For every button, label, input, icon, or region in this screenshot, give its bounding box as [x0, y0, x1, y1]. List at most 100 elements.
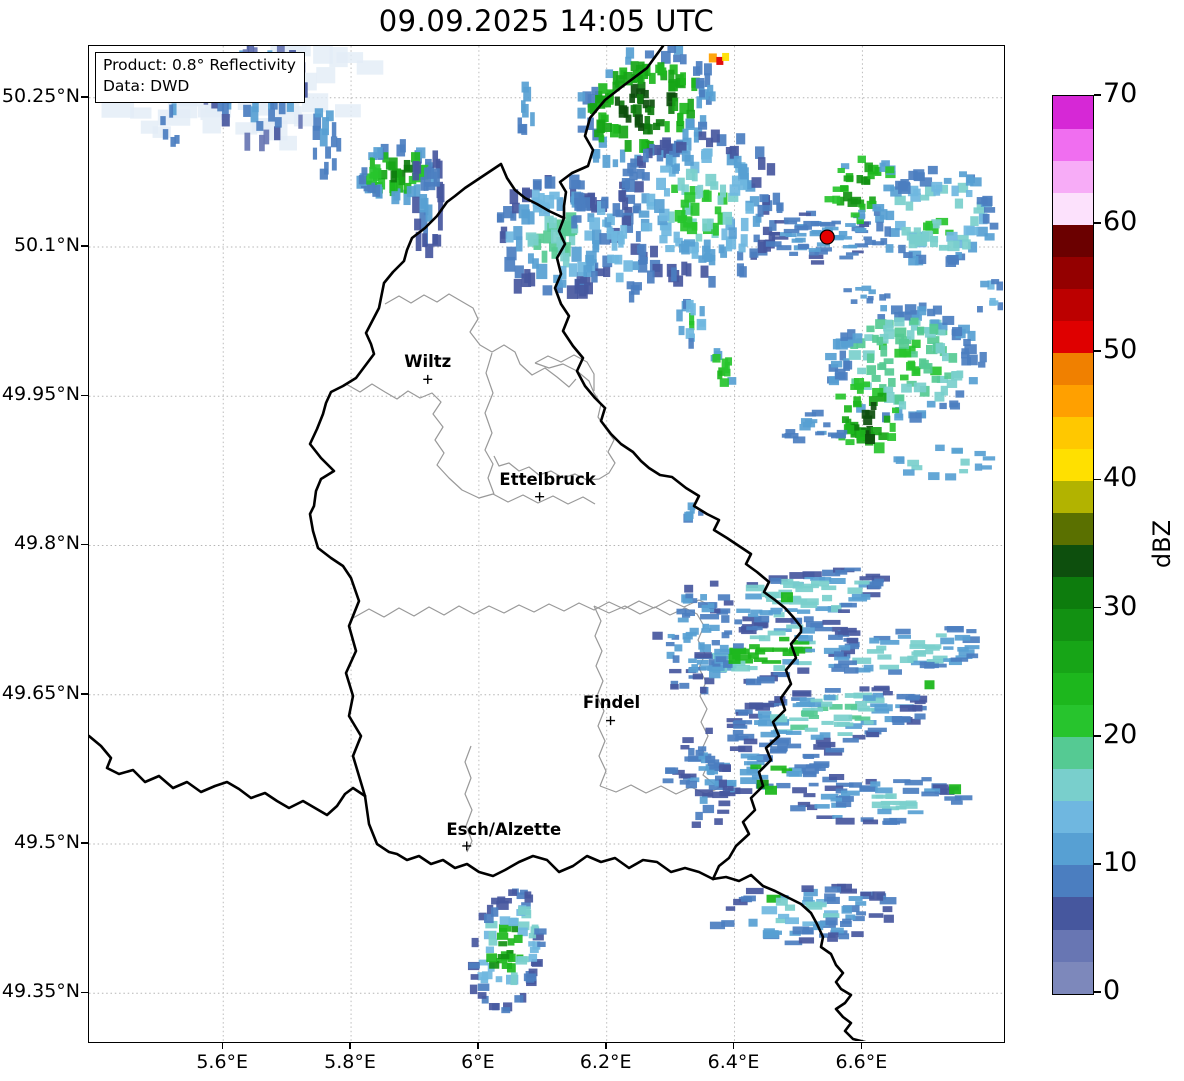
echo-cell	[160, 116, 166, 126]
echo-cell	[660, 67, 667, 77]
echo-cell	[800, 710, 818, 717]
echo-cell	[893, 456, 905, 463]
echo-cell	[805, 901, 823, 910]
echo-cell	[719, 644, 729, 653]
echo-cell	[489, 961, 500, 969]
echo-cell	[528, 953, 538, 962]
y-tick-label: 50.1°N	[13, 233, 80, 256]
y-tick-label: 49.35°N	[1, 980, 80, 1003]
echo-cell	[876, 645, 887, 651]
echo-cell	[566, 285, 578, 299]
echo-cell	[963, 225, 975, 236]
y-tick-mark	[81, 394, 88, 397]
echo-cell	[797, 635, 813, 642]
echo-cell	[901, 383, 912, 393]
echo-cell	[488, 931, 496, 940]
echo-cell	[510, 979, 518, 986]
echo-cell	[709, 580, 719, 587]
echo-cell	[834, 656, 850, 661]
echo-cell	[325, 146, 332, 159]
echo-cell	[798, 212, 811, 216]
echo-cell	[717, 594, 731, 601]
echo-cell	[700, 665, 713, 671]
echo-cell	[757, 157, 766, 170]
echo-cell	[699, 686, 707, 694]
echo-cell	[864, 334, 874, 341]
echo-cell	[848, 782, 863, 788]
echo-cell	[623, 260, 633, 272]
echo-cell	[682, 737, 694, 744]
echo-cell	[904, 304, 917, 315]
echo-cell	[880, 345, 888, 357]
echo-cell	[875, 787, 893, 794]
echo-cell	[591, 86, 599, 95]
echo-cell	[685, 593, 694, 599]
echo-cell	[715, 656, 727, 662]
echo-cell	[954, 198, 964, 209]
echo-cell	[703, 189, 710, 201]
echo-cell	[656, 177, 666, 190]
echo-cell	[686, 511, 694, 519]
echo-cell	[700, 594, 708, 601]
echo-cell	[866, 325, 875, 333]
echo-cell	[939, 402, 947, 410]
echo-cell	[634, 181, 644, 193]
colorbar-tick-mark	[1094, 606, 1101, 609]
echo-cell	[797, 232, 807, 237]
echo-cell	[943, 646, 954, 650]
echo-cell	[840, 790, 860, 796]
echo-cell	[880, 305, 888, 312]
echo-cell	[913, 382, 927, 393]
echo-cell	[130, 107, 152, 119]
echo-cell	[702, 218, 712, 232]
x-tick-label: 6.2°E	[579, 1051, 632, 1073]
echo-cell	[680, 744, 690, 750]
x-tick-mark	[860, 1043, 863, 1049]
echo-cell	[518, 906, 531, 915]
echo-cell	[848, 896, 863, 901]
echo-cell	[470, 974, 479, 980]
echo-cell	[946, 254, 959, 263]
echo-cell	[749, 644, 760, 650]
echo-cell	[877, 314, 886, 321]
echo-cell	[884, 368, 895, 376]
echo-cell	[749, 248, 759, 258]
echo-cell	[542, 285, 553, 296]
echo-cell	[792, 926, 810, 935]
echo-cell	[989, 222, 999, 230]
echo-cell	[804, 412, 817, 417]
echo-cell	[703, 253, 713, 262]
echo-cell	[883, 358, 894, 365]
echo-cell	[659, 235, 668, 244]
echo-cell	[901, 226, 911, 236]
echo-cell	[739, 266, 747, 278]
echo-cell	[823, 422, 831, 428]
echo-cell	[989, 297, 996, 306]
radar-echoes	[101, 46, 1003, 1014]
colorbar-segment	[1053, 864, 1093, 898]
echo-cell	[638, 210, 650, 218]
echo-cell	[897, 634, 912, 639]
echo-cell	[644, 116, 651, 130]
echo-cell	[846, 425, 855, 435]
colorbar-tick-label: 30	[1103, 590, 1138, 622]
echo-cell	[745, 584, 765, 592]
echo-cell-strong	[764, 785, 777, 795]
echo-cell	[850, 299, 858, 304]
echo-cell	[757, 204, 764, 217]
echo-cell	[703, 148, 713, 157]
echo-cell	[496, 212, 505, 223]
echo-cell	[698, 766, 709, 771]
echo-cell	[569, 174, 580, 190]
echo-cell	[894, 317, 905, 327]
echo-cell	[932, 221, 940, 229]
echo-cell	[866, 353, 875, 363]
echo-cell	[943, 177, 952, 184]
echo-cell	[894, 413, 904, 421]
echo-cell	[399, 139, 406, 153]
echo-cell	[664, 121, 670, 133]
echo-cell	[692, 66, 701, 76]
echo-cell	[899, 656, 914, 664]
district-borders	[330, 293, 720, 853]
echo-cell	[616, 75, 625, 84]
